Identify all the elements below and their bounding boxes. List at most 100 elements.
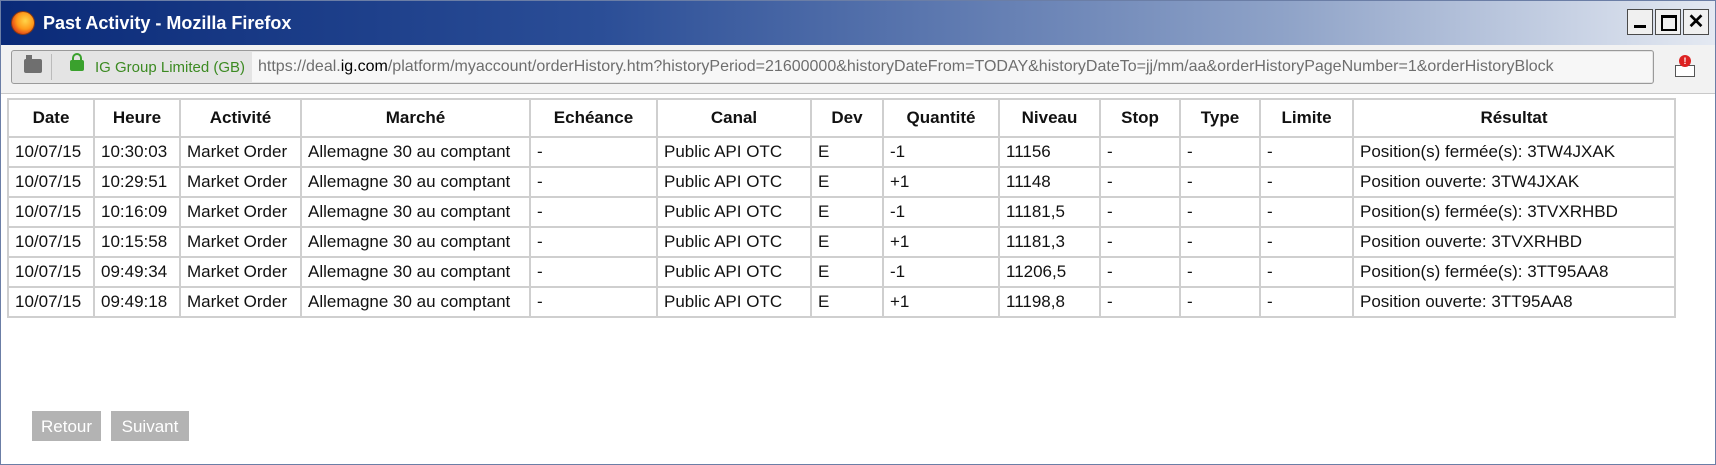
page-info-button[interactable] bbox=[15, 54, 52, 80]
table-row: 10/07/15 09:49:34 Market Order Allemagne… bbox=[7, 256, 1676, 288]
cell-limit: - bbox=[1259, 286, 1354, 318]
cell-limit: - bbox=[1259, 196, 1354, 228]
cell-expiry: - bbox=[529, 286, 658, 318]
url-host: ig.com bbox=[340, 58, 388, 75]
table-body: 10/07/15 10:30:03 Market Order Allemagne… bbox=[7, 136, 1676, 318]
url-field[interactable]: https://deal.ig.com/platform/myaccount/o… bbox=[252, 52, 1652, 82]
cell-currency: E bbox=[810, 136, 884, 168]
column-header-market: Marché bbox=[300, 98, 531, 138]
minimize-button[interactable] bbox=[1627, 9, 1653, 35]
cell-market: Allemagne 30 au comptant bbox=[300, 196, 531, 228]
table-header-row: Date Heure Activité Marché Echéance Cana… bbox=[7, 98, 1676, 138]
cell-market: Allemagne 30 au comptant bbox=[300, 286, 531, 318]
cell-date: 10/07/15 bbox=[7, 136, 95, 168]
lock-icon bbox=[70, 53, 84, 71]
cell-currency: E bbox=[810, 226, 884, 258]
cell-limit: - bbox=[1259, 136, 1354, 168]
cell-type: - bbox=[1179, 286, 1261, 318]
cell-stop: - bbox=[1099, 136, 1181, 168]
activity-content: Date Heure Activité Marché Echéance Cana… bbox=[1, 94, 1715, 464]
table-row: 10/07/15 09:49:18 Market Order Allemagne… bbox=[7, 286, 1676, 318]
cell-quantity: +1 bbox=[882, 226, 1000, 258]
window-title: Past Activity - Mozilla Firefox bbox=[43, 13, 292, 33]
cell-level: 11148 bbox=[998, 166, 1101, 198]
cell-date: 10/07/15 bbox=[7, 166, 95, 198]
cell-activity: Market Order bbox=[179, 136, 302, 168]
column-header-type: Type bbox=[1179, 98, 1261, 138]
firefox-logo-icon bbox=[11, 11, 35, 35]
cell-channel: Public API OTC bbox=[656, 166, 812, 198]
close-button[interactable]: ✕ bbox=[1683, 9, 1709, 35]
browser-window: Past Activity - Mozilla Firefox ✕ IG Gro… bbox=[0, 0, 1716, 465]
cell-currency: E bbox=[810, 286, 884, 318]
cell-currency: E bbox=[810, 196, 884, 228]
order-history-table: Date Heure Activité Marché Echéance Cana… bbox=[7, 98, 1676, 318]
page-icon bbox=[24, 55, 42, 73]
cell-activity: Market Order bbox=[179, 166, 302, 198]
url-prefix: https://deal. bbox=[258, 58, 341, 75]
cell-channel: Public API OTC bbox=[656, 256, 812, 288]
cell-type: - bbox=[1179, 166, 1261, 198]
column-header-channel: Canal bbox=[656, 98, 812, 138]
cell-currency: E bbox=[810, 256, 884, 288]
column-header-currency: Dev bbox=[810, 98, 884, 138]
cell-market: Allemagne 30 au comptant bbox=[300, 136, 531, 168]
cell-market: Allemagne 30 au comptant bbox=[300, 166, 531, 198]
cell-quantity: -1 bbox=[882, 196, 1000, 228]
address-bar[interactable]: IG Group Limited (GB) https://deal.ig.co… bbox=[11, 50, 1654, 84]
cell-channel: Public API OTC bbox=[656, 226, 812, 258]
cell-type: - bbox=[1179, 196, 1261, 228]
cell-date: 10/07/15 bbox=[7, 256, 95, 288]
table-row: 10/07/15 10:30:03 Market Order Allemagne… bbox=[7, 136, 1676, 168]
cell-result: Position ouverte: 3TVXRHBD bbox=[1352, 226, 1676, 258]
cell-market: Allemagne 30 au comptant bbox=[300, 256, 531, 288]
cell-time: 10:30:03 bbox=[93, 136, 181, 168]
cell-level: 11206,5 bbox=[998, 256, 1101, 288]
cell-quantity: +1 bbox=[882, 286, 1000, 318]
cell-activity: Market Order bbox=[179, 196, 302, 228]
table-row: 10/07/15 10:15:58 Market Order Allemagne… bbox=[7, 226, 1676, 258]
url-path: /platform/myaccount/orderHistory.htm?his… bbox=[387, 58, 1554, 75]
table-row: 10/07/15 10:29:51 Market Order Allemagne… bbox=[7, 166, 1676, 198]
cell-quantity: -1 bbox=[882, 136, 1000, 168]
maximize-button[interactable] bbox=[1655, 9, 1681, 35]
cell-expiry: - bbox=[529, 226, 658, 258]
column-header-date: Date bbox=[7, 98, 95, 138]
cell-market: Allemagne 30 au comptant bbox=[300, 226, 531, 258]
cell-date: 10/07/15 bbox=[7, 226, 95, 258]
cell-stop: - bbox=[1099, 286, 1181, 318]
navigation-bar: IG Group Limited (GB) https://deal.ig.co… bbox=[1, 45, 1715, 94]
cell-activity: Market Order bbox=[179, 226, 302, 258]
site-identity[interactable]: IG Group Limited (GB) bbox=[95, 59, 245, 76]
cell-expiry: - bbox=[529, 136, 658, 168]
cell-quantity: +1 bbox=[882, 166, 1000, 198]
cell-expiry: - bbox=[529, 256, 658, 288]
cell-result: Position(s) fermée(s): 3TT95AA8 bbox=[1352, 256, 1676, 288]
close-icon: ✕ bbox=[1687, 11, 1705, 33]
cell-limit: - bbox=[1259, 166, 1354, 198]
notification-icon[interactable]: ! bbox=[1673, 55, 1697, 79]
cell-currency: E bbox=[810, 166, 884, 198]
cell-level: 11198,8 bbox=[998, 286, 1101, 318]
cell-expiry: - bbox=[529, 196, 658, 228]
cell-type: - bbox=[1179, 136, 1261, 168]
cell-expiry: - bbox=[529, 166, 658, 198]
cell-level: 11181,5 bbox=[998, 196, 1101, 228]
cell-date: 10/07/15 bbox=[7, 196, 95, 228]
previous-page-button[interactable]: Retour bbox=[32, 411, 101, 441]
cell-stop: - bbox=[1099, 256, 1181, 288]
table-row: 10/07/15 10:16:09 Market Order Allemagne… bbox=[7, 196, 1676, 228]
cell-result: Position ouverte: 3TW4JXAK bbox=[1352, 166, 1676, 198]
cell-time: 09:49:34 bbox=[93, 256, 181, 288]
cell-level: 11181,3 bbox=[998, 226, 1101, 258]
column-header-quantity: Quantité bbox=[882, 98, 1000, 138]
cell-channel: Public API OTC bbox=[656, 286, 812, 318]
next-page-button[interactable]: Suivant bbox=[111, 411, 189, 441]
column-header-expiry: Echéance bbox=[529, 98, 658, 138]
cell-date: 10/07/15 bbox=[7, 286, 95, 318]
cell-stop: - bbox=[1099, 196, 1181, 228]
cell-channel: Public API OTC bbox=[656, 196, 812, 228]
cell-activity: Market Order bbox=[179, 256, 302, 288]
title-bar[interactable]: Past Activity - Mozilla Firefox ✕ bbox=[1, 1, 1715, 45]
column-header-time: Heure bbox=[93, 98, 181, 138]
